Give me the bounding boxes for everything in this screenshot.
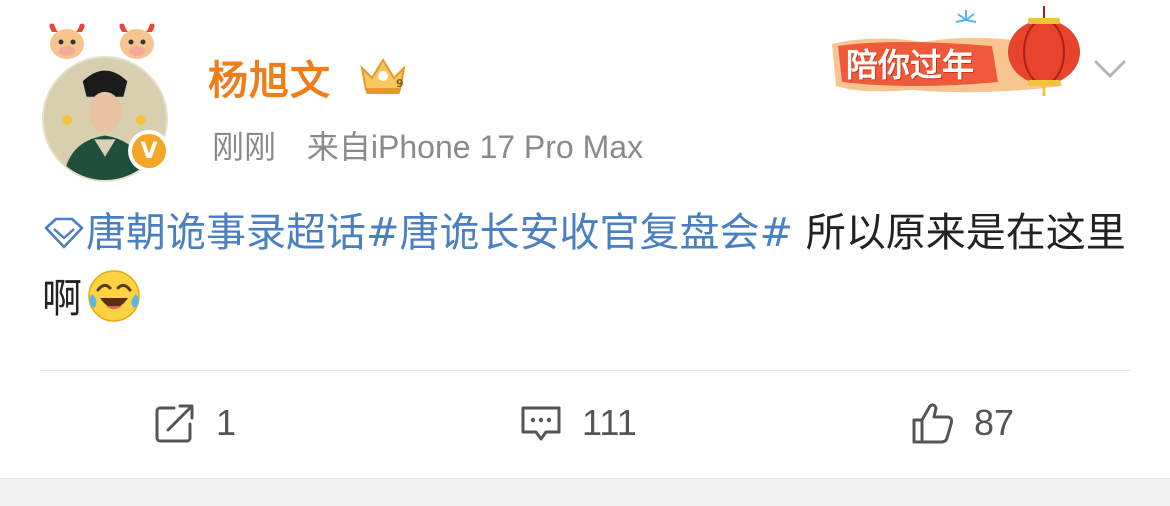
verified-badge: V (128, 130, 170, 172)
ox-decoration-icon (49, 23, 85, 59)
svg-text:9: 9 (396, 77, 404, 90)
thumbs-up-icon (912, 403, 954, 444)
repost-count: 1 (216, 402, 237, 443)
post-time: 刚刚 (212, 129, 277, 165)
username[interactable]: 杨旭文 (208, 48, 331, 106)
laugh-cry-emoji-icon (88, 270, 140, 322)
super-topic-link[interactable]: 唐朝诡事录超话 (86, 210, 366, 256)
avatar-group[interactable]: V (40, 18, 180, 182)
comment-count: 111 (582, 402, 637, 443)
post-source: 来自iPhone 17 Pro Max (306, 129, 644, 165)
chevron-down-icon[interactable] (1090, 52, 1130, 86)
hashtag-link[interactable]: #唐诡长安收官复盘会# (366, 210, 793, 256)
ox-decoration-icon (119, 23, 155, 59)
comment-icon (521, 406, 561, 441)
new-year-banner-label: 陪你过年 (846, 46, 975, 84)
repost-button[interactable]: 1 (152, 398, 236, 448)
like-count: 87 (974, 402, 1015, 443)
vip-crown-badge-icon: 9 (360, 58, 406, 94)
repost-icon (155, 404, 194, 443)
like-button[interactable]: 87 (910, 398, 1014, 448)
comment-button[interactable]: 111 (518, 398, 637, 448)
super-topic-diamond-icon[interactable] (42, 216, 86, 250)
post-meta: 刚刚 来自iPhone 17 Pro Max (212, 122, 643, 168)
feed-separator (0, 478, 1170, 506)
post-content: 唐朝诡事录超话#唐诡长安收官复盘会# 所以原来是在这里啊 (42, 200, 1132, 332)
weibo-post-card: V 杨旭文 9 刚刚 来自iPhone 17 Pro Max 陪你过年 唐朝诡事… (0, 0, 1170, 478)
divider (40, 370, 1130, 371)
